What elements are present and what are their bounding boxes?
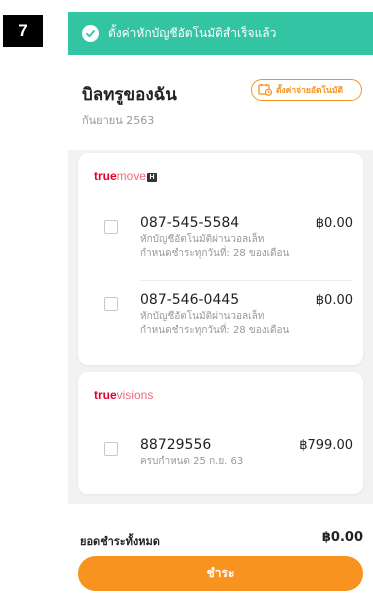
- payment-footer: ยอดชำระทั้งหมด ฿0.00 ชำระ: [68, 504, 373, 608]
- account-number: 88729556: [140, 437, 212, 453]
- divider: [140, 280, 353, 281]
- step-badge: 7: [3, 15, 43, 47]
- calendar-clock-icon: [258, 81, 273, 100]
- truevisions-bill-card: truevisions 88729556 ฿799.00 ครบกำหนด 25…: [78, 372, 363, 494]
- phone-number: 087-546-0445: [140, 292, 240, 308]
- bill-due-date: ครบกำหนด 25 ก.ย. 63: [140, 456, 244, 467]
- toast-message: ตั้งค่าหักบัญชีอัตโนมัติสำเร็จแล้ว: [108, 26, 277, 40]
- autopay-settings-button[interactable]: ตั้งค่าจ่ายอัตโนมัติ: [251, 79, 362, 101]
- page-header: บิลทรูของฉัน กันยายน 2563 ตั้งค่าจ่ายอัต…: [68, 55, 373, 150]
- pay-button[interactable]: ชำระ: [78, 556, 363, 591]
- billing-month: กันยายน 2563: [82, 114, 155, 127]
- total-amount: ฿0.00: [321, 530, 363, 545]
- bill-checkbox[interactable]: [104, 442, 118, 456]
- page-title: บิลทรูของฉัน: [82, 85, 177, 105]
- success-toast: ตั้งค่าหักบัญชีอัตโนมัติสำเร็จแล้ว: [68, 12, 373, 55]
- bill-amount: ฿0.00: [315, 216, 353, 231]
- bill-description: หักบัญชีอัตโนมัติผ่านวอลเล็ท: [140, 311, 265, 322]
- truemove-logo: truemove H: [94, 169, 158, 183]
- truevisions-logo: truevisions: [94, 388, 154, 402]
- bill-description: หักบัญชีอัตโนมัติผ่านวอลเล็ท: [140, 234, 265, 245]
- bill-due-date: กำหนดชำระทุกวันที่: 28 ของเดือน: [140, 325, 290, 336]
- total-label: ยอดชำระทั้งหมด: [80, 535, 160, 548]
- bill-amount: ฿799.00: [299, 438, 353, 453]
- check-circle-icon: [82, 25, 99, 42]
- autopay-label: ตั้งค่าจ่ายอัตโนมัติ: [276, 86, 343, 96]
- bill-amount: ฿0.00: [315, 293, 353, 308]
- bill-checkbox[interactable]: [104, 297, 118, 311]
- bill-due-date: กำหนดชำระทุกวันที่: 28 ของเดือน: [140, 248, 290, 259]
- app-panel: ตั้งค่าหักบัญชีอัตโนมัติสำเร็จแล้ว บิลทร…: [68, 12, 373, 608]
- phone-number: 087-545-5584: [140, 215, 240, 231]
- bill-checkbox[interactable]: [104, 220, 118, 234]
- truemove-bill-card: truemove H 087-545-5584 ฿0.00 หักบัญชีอัต…: [78, 153, 363, 365]
